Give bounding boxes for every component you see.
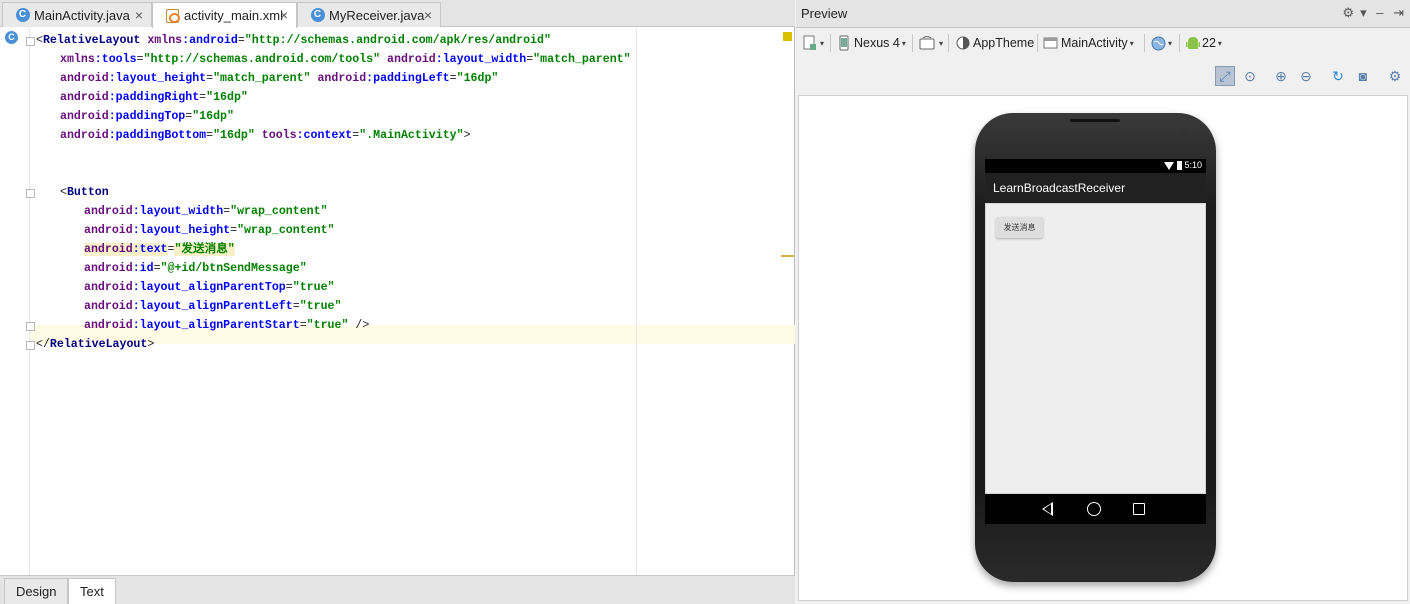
- api-level-label: 22: [1202, 36, 1216, 50]
- editor-mode-tabs: Design Text: [0, 575, 795, 604]
- phone-speaker: [1070, 119, 1120, 122]
- editor-tab-bar: C MainActivity.java × activity_main.xml …: [0, 0, 795, 28]
- api-level-dropdown[interactable]: 22 ▾: [1186, 34, 1222, 52]
- tab-mainactivity-java[interactable]: C MainActivity.java ×: [2, 2, 152, 27]
- tab-label: MyReceiver.java: [329, 7, 425, 23]
- zoom-in-icon[interactable]: ⊕: [1271, 66, 1291, 86]
- preview-toolbar: ▾ Nexus 4 ▾ ▾ AppTheme MainActivity ▾ ▾ …: [796, 29, 1410, 57]
- preview-title: Preview: [801, 6, 848, 21]
- tab-myreceiver-java[interactable]: C MyReceiver.java ×: [297, 2, 441, 27]
- send-message-button[interactable]: 发送消息: [996, 217, 1043, 238]
- preview-canvas[interactable]: 5:10 LearnBroadcastReceiver 发送消息: [798, 95, 1408, 601]
- home-icon[interactable]: [1087, 502, 1101, 516]
- java-class-icon: C: [15, 8, 30, 23]
- pin-icon[interactable]: ⇥: [1393, 5, 1404, 20]
- code-line: android:paddingRight="16dp": [60, 91, 248, 104]
- battery-icon: [1177, 161, 1182, 170]
- android-icon: [1186, 36, 1200, 49]
- toolbar-separator: [912, 34, 913, 52]
- code-line: android:layout_alignParentLeft="true": [84, 300, 342, 313]
- settings-icon[interactable]: ⚙: [1385, 66, 1405, 86]
- orientation-dropdown[interactable]: ▾: [919, 34, 943, 52]
- config-dropdown[interactable]: ▾: [802, 34, 824, 52]
- tab-label: MainActivity.java: [34, 7, 130, 23]
- java-class-icon: C: [310, 8, 325, 23]
- actual-size-icon[interactable]: ⊙: [1240, 66, 1260, 86]
- close-tab-icon[interactable]: ×: [280, 7, 288, 23]
- device-icon: [839, 35, 849, 51]
- theme-icon: [956, 36, 970, 50]
- code-line: android:paddingTop="16dp": [60, 110, 234, 123]
- xml-layout-icon: [165, 8, 180, 23]
- code-line: </RelativeLayout>: [36, 338, 155, 351]
- code-line: xmlns:tools="http://schemas.android.com/…: [60, 53, 631, 66]
- code-line-highlighted: android:text="发送消息": [84, 243, 235, 256]
- inspection-status-icon[interactable]: [783, 32, 792, 41]
- app-action-bar: LearnBroadcastReceiver: [985, 173, 1206, 203]
- preview-header-actions: ⚙ ▾ – ⇥: [1336, 5, 1404, 21]
- wifi-icon: [1164, 162, 1174, 170]
- orientation-icon: [919, 36, 935, 50]
- activity-label: MainActivity: [1061, 36, 1128, 50]
- tab-activity-main-xml[interactable]: activity_main.xml ×: [152, 2, 297, 28]
- device-dropdown[interactable]: Nexus 4 ▾: [837, 34, 906, 52]
- phone-camera: [1180, 127, 1188, 135]
- locale-dropdown[interactable]: ▾: [1151, 34, 1172, 52]
- toolbar-separator: [830, 34, 831, 52]
- device-label: Nexus 4: [854, 36, 900, 50]
- toolbar-separator: [948, 34, 949, 52]
- tab-design[interactable]: Design: [4, 578, 69, 604]
- toolbar-separator: [1179, 34, 1180, 52]
- theme-label: AppTheme: [973, 36, 1035, 50]
- back-icon[interactable]: [1042, 502, 1053, 516]
- toolbar-separator: [1037, 34, 1038, 52]
- toolbar-separator: [1144, 34, 1145, 52]
- code-line: <Button: [60, 186, 109, 199]
- zoom-toolbar: ⤢ ⊙ ⊕ ⊖ ↻ ◙ ⚙: [796, 62, 1410, 90]
- close-tab-icon[interactable]: ×: [135, 7, 143, 23]
- close-tab-icon[interactable]: ×: [424, 7, 432, 23]
- minimize-icon[interactable]: –: [1376, 5, 1383, 20]
- recent-apps-icon[interactable]: [1133, 503, 1145, 515]
- screenshot-icon[interactable]: ◙: [1353, 66, 1373, 86]
- code-area[interactable]: <RelativeLayout xmlns:android="http://sc…: [0, 28, 795, 575]
- file-config-icon: [803, 35, 816, 50]
- error-stripe-mark[interactable]: [781, 255, 794, 257]
- code-editor-pane: C MainActivity.java × activity_main.xml …: [0, 0, 795, 604]
- zoom-out-icon[interactable]: ⊖: [1296, 66, 1316, 86]
- code-line: android:layout_alignParentStart="true" /…: [84, 319, 370, 332]
- code-line: android:paddingBottom="16dp" tools:conte…: [60, 129, 471, 142]
- navigation-bar: [985, 494, 1206, 524]
- theme-selector[interactable]: AppTheme: [956, 34, 1034, 52]
- refresh-icon[interactable]: ↻: [1328, 66, 1348, 86]
- code-line: android:layout_height="wrap_content": [84, 224, 335, 237]
- activity-icon: [1043, 37, 1058, 49]
- globe-icon: [1151, 36, 1166, 50]
- chevron-down-icon[interactable]: ▾: [1360, 5, 1367, 20]
- preview-pane: Preview ⚙ ▾ – ⇥ ▾ Nexus 4 ▾ ▾ AppTheme M…: [796, 0, 1410, 604]
- status-bar: 5:10: [985, 159, 1206, 173]
- activity-dropdown[interactable]: MainActivity ▾: [1043, 34, 1134, 52]
- code-line: android:id="@+id/btnSendMessage": [84, 262, 307, 275]
- preview-header: Preview ⚙ ▾ – ⇥: [796, 0, 1410, 28]
- zoom-to-fit-icon[interactable]: ⤢: [1215, 66, 1235, 86]
- relative-layout[interactable]: 发送消息: [985, 203, 1206, 494]
- tab-label: activity_main.xml: [184, 8, 283, 23]
- code-line: android:layout_height="match_parent" and…: [60, 72, 499, 85]
- code-line: android:layout_width="wrap_content": [84, 205, 328, 218]
- tab-text[interactable]: Text: [68, 578, 116, 604]
- gear-icon[interactable]: ⚙: [1342, 5, 1354, 20]
- device-screen: 5:10 LearnBroadcastReceiver 发送消息: [985, 159, 1206, 524]
- code-line: android:layout_alignParentTop="true": [84, 281, 335, 294]
- code-line: <RelativeLayout xmlns:android="http://sc…: [36, 34, 551, 47]
- device-frame: 5:10 LearnBroadcastReceiver 发送消息: [975, 113, 1216, 582]
- status-time: 5:10: [1184, 160, 1202, 170]
